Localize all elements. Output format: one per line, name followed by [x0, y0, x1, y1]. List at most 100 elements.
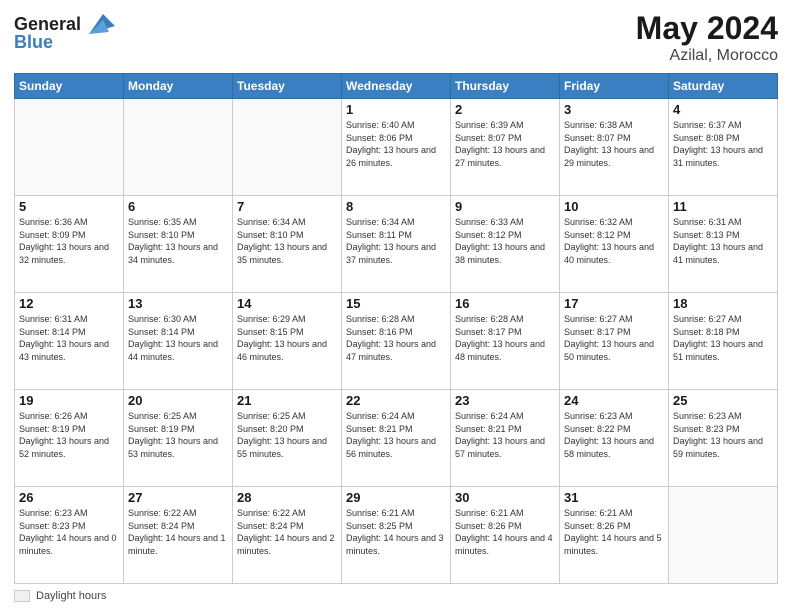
- day-info: Sunrise: 6:25 AM Sunset: 8:20 PM Dayligh…: [237, 410, 337, 460]
- cell-w4-d4: 30Sunrise: 6:21 AM Sunset: 8:26 PM Dayli…: [451, 487, 560, 584]
- calendar-title: May 2024: [636, 10, 778, 47]
- day-number: 14: [237, 296, 337, 311]
- day-info: Sunrise: 6:28 AM Sunset: 8:17 PM Dayligh…: [455, 313, 555, 363]
- cell-w4-d0: 26Sunrise: 6:23 AM Sunset: 8:23 PM Dayli…: [15, 487, 124, 584]
- day-number: 15: [346, 296, 446, 311]
- cell-w3-d5: 24 Sunrise: 6:23 AM Sunset: 8:22 PM Dayli…: [560, 390, 669, 487]
- day-number: 19: [19, 393, 119, 408]
- cell-w2-d2: 14Sunrise: 6:29 AM Sunset: 8:15 PM Dayli…: [233, 293, 342, 390]
- week-row-0: 1 Sunrise: 6:40 AM Sunset: 8:06 PM Daylig…: [15, 99, 778, 196]
- day-info: Sunrise: 6:33 AM Sunset: 8:12 PM Dayligh…: [455, 216, 555, 266]
- cell-w2-d0: 12 Sunrise: 6:31 AM Sunset: 8:14 PM Dayli…: [15, 293, 124, 390]
- day-info: Sunrise: 6:27 AM Sunset: 8:18 PM Dayligh…: [673, 313, 773, 363]
- day-number: 18: [673, 296, 773, 311]
- cell-w3-d6: 25Sunrise: 6:23 AM Sunset: 8:23 PM Dayli…: [669, 390, 778, 487]
- cell-w4-d6: [669, 487, 778, 584]
- day-number: 21: [237, 393, 337, 408]
- day-info: Sunrise: 6:23 AM Sunset: 8:22 PM Dayligh…: [564, 410, 664, 460]
- week-row-2: 12 Sunrise: 6:31 AM Sunset: 8:14 PM Dayli…: [15, 293, 778, 390]
- cell-w1-d5: 10 Sunrise: 6:32 AM Sunset: 8:12 PM Dayli…: [560, 196, 669, 293]
- cell-w0-d1: [124, 99, 233, 196]
- day-number: 6: [128, 199, 228, 214]
- calendar-header-row: Sunday Monday Tuesday Wednesday Thursday…: [15, 74, 778, 99]
- day-info: Sunrise: 6:28 AM Sunset: 8:16 PM Dayligh…: [346, 313, 446, 363]
- day-number: 23: [455, 393, 555, 408]
- cell-w2-d6: 18 Sunrise: 6:27 AM Sunset: 8:18 PM Dayli…: [669, 293, 778, 390]
- cell-w2-d3: 15 Sunrise: 6:28 AM Sunset: 8:16 PM Dayli…: [342, 293, 451, 390]
- header: General Blue May 2024 Azilal, Morocco: [14, 10, 778, 65]
- calendar-table: Sunday Monday Tuesday Wednesday Thursday…: [14, 73, 778, 584]
- day-number: 29: [346, 490, 446, 505]
- cell-w2-d5: 17Sunrise: 6:27 AM Sunset: 8:17 PM Dayli…: [560, 293, 669, 390]
- cell-w4-d5: 31 Sunrise: 6:21 AM Sunset: 8:26 PM Dayli…: [560, 487, 669, 584]
- day-info: Sunrise: 6:22 AM Sunset: 8:24 PM Dayligh…: [237, 507, 337, 557]
- day-info: Sunrise: 6:25 AM Sunset: 8:19 PM Dayligh…: [128, 410, 228, 460]
- day-info: Sunrise: 6:37 AM Sunset: 8:08 PM Dayligh…: [673, 119, 773, 169]
- week-row-4: 26Sunrise: 6:23 AM Sunset: 8:23 PM Dayli…: [15, 487, 778, 584]
- day-number: 10: [564, 199, 664, 214]
- cell-w2-d4: 16 Sunrise: 6:28 AM Sunset: 8:17 PM Dayli…: [451, 293, 560, 390]
- day-number: 9: [455, 199, 555, 214]
- week-row-3: 19 Sunrise: 6:26 AM Sunset: 8:19 PM Dayli…: [15, 390, 778, 487]
- cell-w3-d2: 21 Sunrise: 6:25 AM Sunset: 8:20 PM Dayli…: [233, 390, 342, 487]
- day-info: Sunrise: 6:31 AM Sunset: 8:14 PM Dayligh…: [19, 313, 119, 363]
- cell-w1-d2: 7Sunrise: 6:34 AM Sunset: 8:10 PM Daylig…: [233, 196, 342, 293]
- day-number: 5: [19, 199, 119, 214]
- cell-w1-d4: 9 Sunrise: 6:33 AM Sunset: 8:12 PM Daylig…: [451, 196, 560, 293]
- day-number: 2: [455, 102, 555, 117]
- cell-w1-d1: 6 Sunrise: 6:35 AM Sunset: 8:10 PM Daylig…: [124, 196, 233, 293]
- legend: Daylight hours: [14, 590, 778, 602]
- day-info: Sunrise: 6:24 AM Sunset: 8:21 PM Dayligh…: [346, 410, 446, 460]
- cell-w3-d4: 23 Sunrise: 6:24 AM Sunset: 8:21 PM Dayli…: [451, 390, 560, 487]
- day-number: 27: [128, 490, 228, 505]
- day-info: Sunrise: 6:21 AM Sunset: 8:26 PM Dayligh…: [564, 507, 664, 557]
- cell-w1-d0: 5Sunrise: 6:36 AM Sunset: 8:09 PM Daylig…: [15, 196, 124, 293]
- day-info: Sunrise: 6:40 AM Sunset: 8:06 PM Dayligh…: [346, 119, 446, 169]
- cell-w1-d6: 11Sunrise: 6:31 AM Sunset: 8:13 PM Dayli…: [669, 196, 778, 293]
- day-number: 7: [237, 199, 337, 214]
- logo: General Blue: [14, 10, 115, 53]
- cell-w0-d0: [15, 99, 124, 196]
- logo-blue: Blue: [14, 32, 53, 53]
- legend-label: Daylight hours: [36, 590, 106, 602]
- day-number: 16: [455, 296, 555, 311]
- day-info: Sunrise: 6:24 AM Sunset: 8:21 PM Dayligh…: [455, 410, 555, 460]
- day-number: 30: [455, 490, 555, 505]
- cell-w0-d5: 3 Sunrise: 6:38 AM Sunset: 8:07 PM Daylig…: [560, 99, 669, 196]
- col-friday: Friday: [560, 74, 669, 99]
- day-info: Sunrise: 6:30 AM Sunset: 8:14 PM Dayligh…: [128, 313, 228, 363]
- day-number: 20: [128, 393, 228, 408]
- day-info: Sunrise: 6:35 AM Sunset: 8:10 PM Dayligh…: [128, 216, 228, 266]
- day-info: Sunrise: 6:31 AM Sunset: 8:13 PM Dayligh…: [673, 216, 773, 266]
- day-number: 22: [346, 393, 446, 408]
- col-wednesday: Wednesday: [342, 74, 451, 99]
- cell-w3-d1: 20 Sunrise: 6:25 AM Sunset: 8:19 PM Dayli…: [124, 390, 233, 487]
- day-number: 31: [564, 490, 664, 505]
- day-number: 8: [346, 199, 446, 214]
- day-info: Sunrise: 6:38 AM Sunset: 8:07 PM Dayligh…: [564, 119, 664, 169]
- cell-w3-d0: 19 Sunrise: 6:26 AM Sunset: 8:19 PM Dayli…: [15, 390, 124, 487]
- cell-w0-d4: 2 Sunrise: 6:39 AM Sunset: 8:07 PM Daylig…: [451, 99, 560, 196]
- day-number: 17: [564, 296, 664, 311]
- day-number: 24: [564, 393, 664, 408]
- day-number: 3: [564, 102, 664, 117]
- col-saturday: Saturday: [669, 74, 778, 99]
- day-info: Sunrise: 6:22 AM Sunset: 8:24 PM Dayligh…: [128, 507, 228, 557]
- day-number: 13: [128, 296, 228, 311]
- page: General Blue May 2024 Azilal, Morocco Su…: [0, 0, 792, 612]
- week-row-1: 5Sunrise: 6:36 AM Sunset: 8:09 PM Daylig…: [15, 196, 778, 293]
- day-info: Sunrise: 6:32 AM Sunset: 8:12 PM Dayligh…: [564, 216, 664, 266]
- logo-icon: [83, 10, 115, 38]
- day-number: 12: [19, 296, 119, 311]
- day-info: Sunrise: 6:21 AM Sunset: 8:25 PM Dayligh…: [346, 507, 446, 557]
- cell-w2-d1: 13 Sunrise: 6:30 AM Sunset: 8:14 PM Dayli…: [124, 293, 233, 390]
- title-block: May 2024 Azilal, Morocco: [636, 10, 778, 65]
- cell-w1-d3: 8Sunrise: 6:34 AM Sunset: 8:11 PM Daylig…: [342, 196, 451, 293]
- cell-w3-d3: 22 Sunrise: 6:24 AM Sunset: 8:21 PM Dayli…: [342, 390, 451, 487]
- day-info: Sunrise: 6:26 AM Sunset: 8:19 PM Dayligh…: [19, 410, 119, 460]
- day-number: 1: [346, 102, 446, 117]
- col-sunday: Sunday: [15, 74, 124, 99]
- cell-w0-d2: [233, 99, 342, 196]
- day-info: Sunrise: 6:39 AM Sunset: 8:07 PM Dayligh…: [455, 119, 555, 169]
- col-tuesday: Tuesday: [233, 74, 342, 99]
